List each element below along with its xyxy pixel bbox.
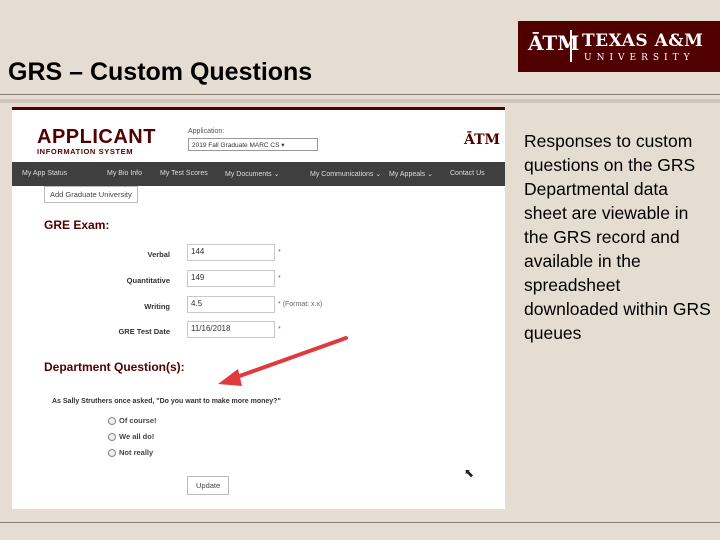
update-button[interactable]: Update: [187, 476, 230, 495]
arrow-head: [218, 369, 242, 386]
option-label-not-really: Not really: [119, 448, 154, 457]
bottom-divider: [0, 522, 720, 523]
option-radio-not-really[interactable]: [108, 449, 116, 457]
logo-name: TEXAS A&M: [582, 31, 704, 51]
slide-body-text: Responses to custom questions on the GRS…: [524, 131, 711, 343]
title-divider: [0, 94, 720, 95]
applicant-system-screenshot: APPLICANT INFORMATION SYSTEM Application…: [12, 107, 505, 509]
logo-divider: [570, 30, 572, 62]
slide-title: GRS – Custom Questions: [8, 58, 313, 86]
mouse-cursor-icon: ⬉: [464, 466, 475, 480]
custom-question-text: As Sally Struthers once asked, "Do you w…: [52, 398, 281, 405]
logo-university: UNIVERSITY: [584, 53, 695, 63]
red-arrow-annotation: [218, 336, 348, 386]
option-label-of-course: Of course!: [119, 416, 157, 425]
option-radio-we-all-do[interactable]: [108, 433, 116, 441]
option-radio-of-course[interactable]: [108, 417, 116, 425]
tamu-logo: ĀTM TEXAS A&M UNIVERSITY: [518, 21, 720, 72]
option-label-we-all-do: We all do!: [119, 432, 155, 441]
arrow-shaft: [232, 336, 348, 380]
title-divider-band: [0, 99, 720, 103]
